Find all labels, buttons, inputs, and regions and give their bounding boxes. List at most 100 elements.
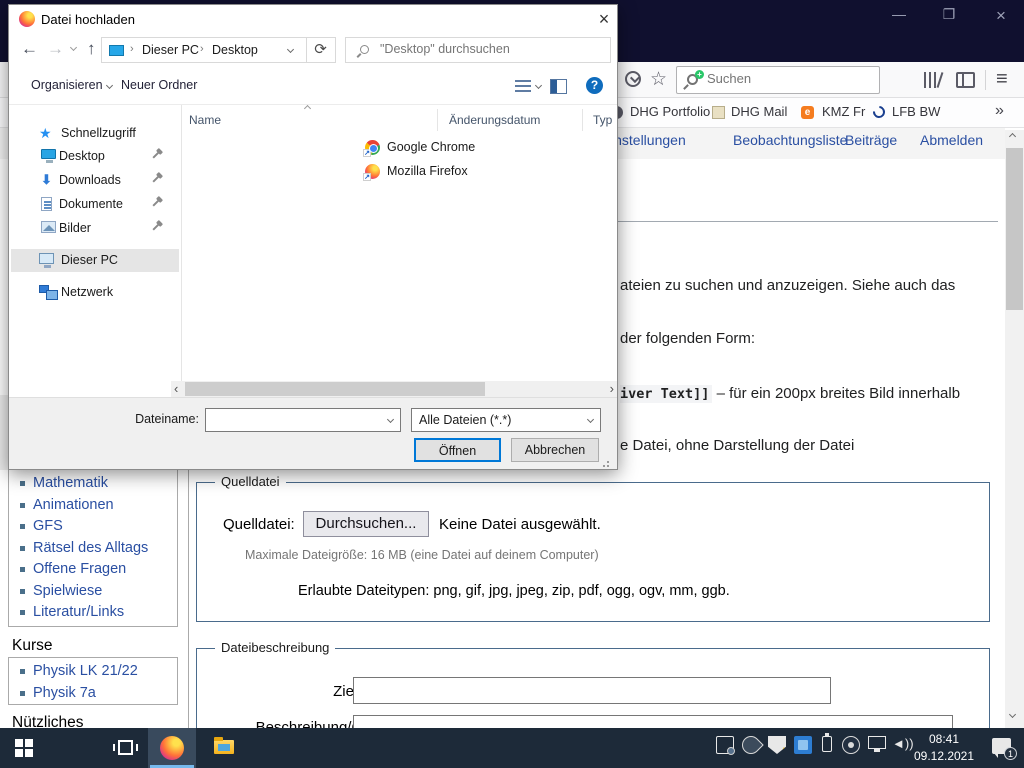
link-einstellungen[interactable]: instellungen (611, 132, 686, 148)
sidebar-link[interactable]: Physik LK 21/22 (20, 663, 138, 679)
refresh-button[interactable]: ⟳ (306, 37, 336, 63)
file-explorer-button[interactable] (100, 728, 234, 768)
sidebar-item-netzwerk[interactable]: Netzwerk (11, 281, 179, 304)
dialog-sidebar: ★ Schnellzugriff Desktop ⬇ Downloads Dok… (9, 105, 181, 381)
tray-dish-icon[interactable] (738, 732, 764, 758)
firefox-taskbar-button[interactable] (148, 728, 196, 768)
minimize-icon[interactable]: — (884, 6, 914, 22)
page-text-line: der folgenden Form: (620, 330, 756, 347)
column-header-date[interactable]: Änderungsdatum (449, 113, 540, 127)
file-row-google-chrome[interactable]: ↗ Google Chrome 09.12.2021 08:34 Verkn (183, 137, 617, 159)
notification-center-icon[interactable]: 1 (992, 738, 1017, 760)
resize-grip[interactable] (607, 461, 609, 463)
sidebar-link[interactable]: Literatur/Links (19, 604, 124, 620)
zielname-input[interactable] (353, 677, 831, 704)
page-scrollbar-thumb[interactable] (1006, 148, 1023, 310)
breadcrumb-chevron-icon[interactable] (286, 45, 295, 54)
sidebar-divider (181, 105, 182, 381)
breadcrumb-desktop[interactable]: Desktop (212, 43, 258, 57)
sidebar-link[interactable]: Physik 7a (20, 685, 96, 701)
dateibeschreibung-legend: Dateibeschreibung (215, 640, 336, 655)
organisieren-menu[interactable]: Organisieren (31, 78, 103, 92)
no-file-text: Keine Datei ausgewählt. (439, 516, 601, 533)
dialog-search-box[interactable] (345, 37, 611, 63)
tray-blue-app-icon[interactable] (794, 736, 812, 754)
preview-pane-icon[interactable] (550, 79, 567, 94)
back-icon[interactable]: ← (21, 39, 38, 59)
allowed-types-text: Erlaubte Dateitypen: png, gif, jpg, jpeg… (298, 583, 730, 599)
pocket-icon[interactable] (625, 71, 641, 87)
sidebar-item-dieser-pc[interactable]: Dieser PC (11, 249, 179, 272)
link-beobachtungsliste[interactable]: Beobachtungsliste (733, 132, 847, 148)
tray-usb-icon[interactable] (822, 733, 832, 752)
bookmark-item[interactable]: LFB BW (892, 104, 940, 119)
link-beitraege[interactable]: Beiträge (845, 132, 897, 148)
clock-time: 08:41 (928, 732, 960, 746)
up-icon[interactable]: ↑ (87, 39, 96, 59)
sidebar-item-desktop[interactable]: Desktop (11, 145, 179, 168)
library-icon[interactable] (924, 72, 944, 88)
sidebar-link[interactable]: Mathematik (20, 475, 108, 491)
pictures-icon (41, 221, 56, 233)
sidebar-link[interactable]: Animationen (20, 497, 114, 513)
bookmark-star-icon[interactable]: ☆ (650, 68, 667, 91)
filename-combobox[interactable] (205, 408, 401, 432)
notification-badge: 1 (1004, 747, 1017, 760)
desktop-icon (109, 45, 124, 56)
open-button[interactable]: Öffnen (414, 438, 501, 462)
sidebar-item-schnellzugriff[interactable]: ★ Schnellzugriff (11, 122, 179, 145)
scroll-left-icon[interactable]: ‹ (174, 381, 178, 396)
sidebar-item-dokumente[interactable]: Dokumente (11, 193, 179, 216)
tray-eye-icon[interactable] (842, 736, 860, 754)
breadcrumb[interactable]: › Dieser PC › Desktop (101, 37, 307, 63)
column-divider[interactable] (437, 109, 438, 131)
column-divider[interactable] (582, 109, 583, 131)
dialog-search-input[interactable] (380, 42, 600, 56)
sidebar-link[interactable]: Spielwiese (19, 583, 102, 599)
horizontal-scrollbar[interactable]: ‹ › (171, 381, 617, 397)
view-chevron-icon[interactable] (534, 81, 543, 90)
column-header-name[interactable]: Name (189, 113, 221, 127)
cancel-button[interactable]: Abbrechen (511, 438, 599, 462)
bookmarks-overflow-icon[interactable]: » (995, 102, 1004, 120)
sidebar-link[interactable]: Offene Fragen (19, 561, 126, 577)
durchsuchen-button[interactable]: Durchsuchen... (303, 511, 429, 537)
scroll-right-icon[interactable]: › (610, 381, 614, 396)
task-view-button[interactable] (52, 728, 138, 768)
filename-input[interactable] (210, 411, 370, 425)
dialog-close-icon[interactable]: × (592, 7, 616, 31)
pin-icon (152, 151, 160, 159)
firefox-search-box[interactable]: + (676, 66, 880, 94)
combo-chevron-icon[interactable] (386, 415, 395, 424)
bookmark-item[interactable]: DHG Mail (731, 104, 787, 119)
tray-network-icon[interactable] (868, 736, 886, 752)
menu-icon[interactable]: ≡ (996, 68, 1008, 91)
history-chevron-icon[interactable] (69, 43, 78, 52)
view-list-icon[interactable] (515, 80, 531, 93)
column-header-type[interactable]: Typ (593, 113, 612, 127)
bookmark-item[interactable]: DHG Portfolio (630, 104, 710, 119)
sidebar-link[interactable]: Rätsel des Alltags (19, 540, 148, 556)
restore-icon[interactable]: ❐ (934, 6, 964, 23)
sidebar-link[interactable]: GFS (20, 518, 63, 534)
file-row-mozilla-firefox[interactable]: ↗ Mozilla Firefox 21.04.2020 16:45 Verkn (183, 161, 617, 183)
sidebar-toggle-icon[interactable] (956, 72, 975, 88)
sidebar-item-bilder[interactable]: Bilder (11, 217, 179, 240)
bookmark-item[interactable]: KMZ Fr (822, 104, 865, 119)
forward-icon: → (47, 39, 64, 58)
filetype-dropdown[interactable]: Alle Dateien (*.*) (411, 408, 601, 432)
search-input[interactable] (707, 71, 872, 86)
sort-ascending-icon (303, 104, 312, 113)
tray-security-shield-icon[interactable] (768, 736, 786, 754)
scrollbar-thumb[interactable] (185, 382, 485, 396)
taskbar-clock[interactable]: 08:41 09.12.2021 (905, 731, 983, 765)
tray-remote-app-icon[interactable] (716, 736, 735, 755)
breadcrumb-dieser-pc[interactable]: Dieser PC (142, 43, 199, 57)
neuer-ordner-button[interactable]: Neuer Ordner (121, 78, 197, 92)
link-abmelden[interactable]: Abmelden (920, 132, 983, 148)
close-icon[interactable]: × (986, 6, 1016, 26)
organisieren-chevron-icon[interactable] (105, 81, 114, 90)
start-button[interactable] (0, 728, 48, 768)
help-icon[interactable]: ? (586, 77, 603, 94)
sidebar-item-downloads[interactable]: ⬇ Downloads (11, 169, 179, 192)
